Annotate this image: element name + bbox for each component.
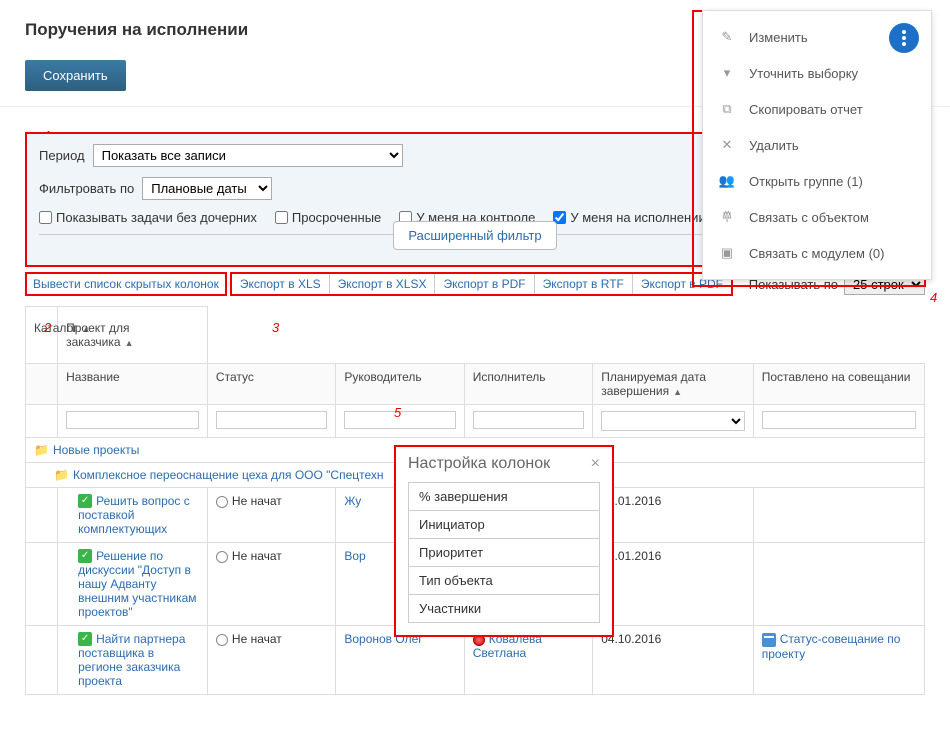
status-icon xyxy=(216,496,228,508)
group-icon: 👥 xyxy=(719,173,735,189)
col-config-item[interactable]: Инициатор xyxy=(408,510,600,539)
col-config-item[interactable]: % завершения xyxy=(408,482,600,511)
menu-item-refine[interactable]: ▾Уточнить выборку xyxy=(703,55,931,91)
col-config-item[interactable]: Участники xyxy=(408,594,600,623)
filter-title[interactable] xyxy=(66,411,199,429)
filterby-label: Фильтровать по xyxy=(39,181,134,196)
group-header-project[interactable]: Проект для заказчика xyxy=(66,321,129,349)
save-button[interactable]: Сохранить xyxy=(25,60,126,91)
manager-link[interactable]: Вор xyxy=(344,549,365,563)
status-icon xyxy=(216,551,228,563)
funnel-icon: ▾ xyxy=(719,65,735,81)
filter-row xyxy=(26,405,925,438)
check-icon: ✓ xyxy=(78,632,92,646)
period-label: Период xyxy=(39,148,85,163)
folder-icon: 📁 xyxy=(34,443,49,457)
check-no-children[interactable]: Показывать задачи без дочерних xyxy=(39,210,257,225)
col-plan-end[interactable]: Планируемая дата завершения▲ xyxy=(593,364,754,405)
col-blank[interactable] xyxy=(26,364,58,405)
context-menu: ✎Изменить ▾Уточнить выборку ⧉Скопировать… xyxy=(702,10,932,280)
filterby-select[interactable]: Плановые даты xyxy=(142,177,272,200)
col-config-item[interactable]: Тип объекта xyxy=(408,566,600,595)
column-config-popup: Настройка колонок × % завершения Инициат… xyxy=(394,445,614,637)
annotation-2: 2 xyxy=(44,320,51,335)
export-pdf[interactable]: Экспорт в PDF xyxy=(435,274,534,294)
export-rtf[interactable]: Экспорт в RTF xyxy=(535,274,633,294)
menu-item-copy[interactable]: ⧉Скопировать отчет xyxy=(703,91,931,127)
pencil-icon: ✎ xyxy=(719,29,735,45)
export-xlsx[interactable]: Экспорт в XLSX xyxy=(330,274,436,294)
show-hidden-columns-link[interactable]: Вывести список скрытых колонок xyxy=(25,272,227,296)
period-select[interactable]: Показать все записи xyxy=(93,144,403,167)
close-icon[interactable]: × xyxy=(591,455,600,473)
menu-item-link-module[interactable]: ▣Связать с модулем (0) xyxy=(703,235,931,271)
column-header-row: Название Статус Руководитель Исполнитель… xyxy=(26,364,925,405)
annotation-4: 4 xyxy=(930,290,937,305)
meeting-link[interactable]: Статус-совещание по проекту xyxy=(762,632,901,661)
link-icon: 𐄷 xyxy=(719,209,735,225)
advanced-filter-button[interactable]: Расширенный фильтр xyxy=(393,221,556,250)
check-icon: ✓ xyxy=(78,549,92,563)
manager-link[interactable]: Жу xyxy=(344,494,361,508)
meeting-icon xyxy=(762,633,776,647)
filter-status[interactable] xyxy=(216,411,327,429)
export-group: Экспорт в XLS Экспорт в XLSX Экспорт в P… xyxy=(230,272,733,296)
task-link[interactable]: Найти партнера поставщика в регионе зака… xyxy=(78,632,185,688)
x-icon: ✕ xyxy=(719,137,735,153)
copy-icon: ⧉ xyxy=(719,101,735,117)
col-config-title: Настройка колонок xyxy=(408,455,550,473)
col-status[interactable]: Статус xyxy=(207,364,335,405)
task-link[interactable]: Решить вопрос с поставкой комплектующих xyxy=(78,494,190,536)
export-xls[interactable]: Экспорт в XLS xyxy=(232,274,330,294)
menu-item-open-group[interactable]: 👥Открыть группе (1) xyxy=(703,163,931,199)
col-meeting[interactable]: Поставлено на совещании xyxy=(753,364,924,405)
col-title[interactable]: Название xyxy=(58,364,208,405)
col-executor[interactable]: Исполнитель xyxy=(464,364,592,405)
more-button[interactable] xyxy=(889,23,919,53)
task-link[interactable]: Решение по дискуссии "Доступ в нашу Адва… xyxy=(78,549,196,619)
check-overdue[interactable]: Просроченные xyxy=(275,210,381,225)
check-on-execution[interactable]: У меня на исполнении xyxy=(553,210,705,225)
menu-item-delete[interactable]: ✕Удалить xyxy=(703,127,931,163)
filter-executor[interactable] xyxy=(473,411,584,429)
status-icon xyxy=(216,634,228,646)
filter-plan-end[interactable] xyxy=(601,411,745,431)
annotation-3: 3 xyxy=(272,320,279,335)
check-icon: ✓ xyxy=(78,494,92,508)
menu-item-link-object[interactable]: 𐄷Связать с объектом xyxy=(703,199,931,235)
module-icon: ▣ xyxy=(719,245,735,261)
annotation-5: 5 xyxy=(394,405,401,420)
col-config-item[interactable]: Приоритет xyxy=(408,538,600,567)
col-manager[interactable]: Руководитель xyxy=(336,364,464,405)
filter-meeting[interactable] xyxy=(762,411,916,429)
folder-icon: 📁 xyxy=(54,468,69,482)
